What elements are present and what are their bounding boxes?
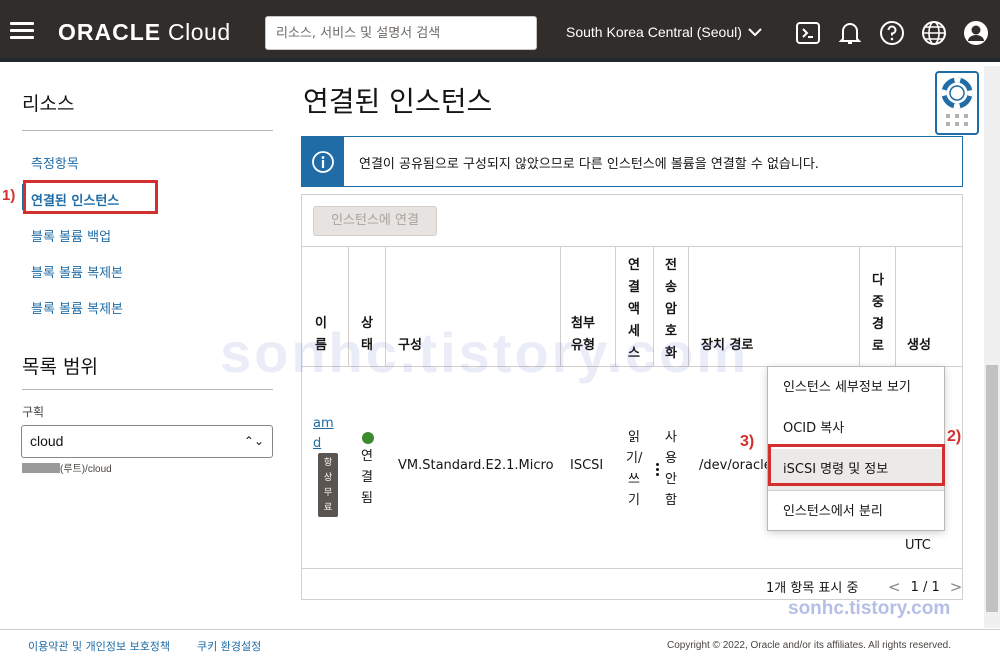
compartment-select[interactable]: cloud ⌃⌄ [21,425,273,458]
instance-shape: VM.Standard.E2.1.Micro [398,458,554,473]
column-divider [653,247,654,367]
column-header-encryption[interactable]: 전송암호화 [662,255,680,365]
instance-name-link[interactable]: am d [313,414,334,454]
oracle-cloud-logo[interactable]: ORACLE Cloud [58,19,231,46]
resources-title: 리소스 [22,93,75,115]
column-header-attach-type[interactable]: 첨부 유형 [571,313,595,357]
redacted-block [22,463,60,473]
info-banner: 연결이 공유됨으로 구성되지 않았으므로 다른 인스턴스에 볼륨을 연결할 수 … [301,136,963,187]
page-indicator: 1 / 1 [910,579,940,595]
compartment-value: cloud [30,433,64,449]
bell-icon[interactable] [837,20,863,46]
attachment-type: ISCSI [570,458,604,473]
search-input[interactable] [265,16,537,50]
help-support-widget[interactable] [935,71,979,135]
info-icon [302,137,344,186]
annotation-3-box [768,444,945,486]
sidebar-item-metrics[interactable]: 측정항목 [31,153,79,172]
terms-privacy-link[interactable]: 이용약관 및 개인정보 보호정책 [28,638,170,654]
chevron-updown-icon: ⌃⌄ [243,434,264,448]
column-header-access[interactable]: 연결액세스 [625,255,643,365]
column-header-shape[interactable]: 구성 [398,335,422,357]
pagination: < 1 / 1 > [888,578,962,596]
divider [302,568,962,569]
divider [22,130,273,131]
access-mode: 읽 기/쓰 기 [626,430,643,508]
column-divider [560,247,561,367]
list-scope-title: 목록 범위 [22,356,98,378]
help-icon[interactable] [879,20,905,46]
scrollbar-thumb[interactable] [986,365,998,612]
menu-icon[interactable] [10,22,34,40]
item-count: 1개 항목 표시 중 [766,581,859,596]
region-selector[interactable]: South Korea Central (Seoul) [566,24,762,40]
instance-state: 연결됨 [361,449,373,506]
row-actions-kebab-icon[interactable] [650,458,664,480]
sidebar-item-volume-backups[interactable]: 블록 볼륨 백업 [31,226,111,245]
column-divider [895,247,896,367]
compartment-label: 구획 [22,405,45,419]
page-footer: 이용약관 및 개인정보 보호정책 쿠키 환경설정 Copyright © 202… [0,629,1000,660]
column-divider [859,247,860,367]
in-transit-encryption: 사용안함 [665,430,677,508]
annotation-1-label: 1) [2,187,16,204]
info-message: 연결이 공유됨으로 구성되지 않았으므로 다른 인스턴스에 볼륨을 연결할 수 … [359,157,819,172]
column-divider [385,247,386,367]
divider [302,246,962,247]
always-free-badge: 항상무료 [318,453,338,517]
column-header-device-path[interactable]: 장치 경로 [701,335,753,357]
region-label: South Korea Central (Seoul) [566,24,742,40]
column-divider [348,247,349,367]
chevron-down-icon [748,28,762,37]
watermark-small: sonhc.tistory.com [788,598,951,619]
annotation-3-label: 3) [740,433,755,450]
cookie-preferences-link[interactable]: 쿠키 환경설정 [197,638,261,654]
column-divider [688,247,689,367]
status-dot-icon [362,432,374,444]
cloud-shell-icon[interactable] [795,20,821,46]
previous-page-icon[interactable]: < [888,578,901,596]
created-time: UTC [905,538,931,553]
copyright-text: Copyright © 2022, Oracle and/or its affi… [667,640,951,651]
menu-item-detach-instance[interactable]: 인스턴스에서 분리 [768,491,944,532]
divider [22,389,273,390]
menu-item-copy-ocid[interactable]: OCID 복사 [768,408,944,449]
top-navigation-bar: ORACLE Cloud South Korea Central (Seoul) [0,0,1000,62]
device-path: /dev/oracle [699,458,772,473]
user-profile-icon[interactable] [963,20,989,46]
annotation-2-label: 2) [947,428,962,445]
column-divider [615,247,616,367]
column-header-created[interactable]: 생성 [907,335,931,357]
page-title: 연결된 인스턴스 [303,85,493,118]
column-header-multipath[interactable]: 다중경로 [869,270,887,358]
menu-item-view-instance-details[interactable]: 인스턴스 세부정보 보기 [768,367,944,408]
globe-icon[interactable] [921,20,947,46]
sidebar-item-volume-replicas[interactable]: 블록 볼륨 복제본 [31,262,123,281]
sidebar-item-volume-replicas-2[interactable]: 블록 볼륨 복제본 [31,298,123,317]
attach-instance-button[interactable]: 인스턴스에 연결 [313,206,437,236]
next-page-icon[interactable]: > [950,578,963,596]
lifebuoy-icon [941,77,973,126]
column-header-state[interactable]: 상태 [358,313,376,357]
annotation-1-box [23,180,158,214]
compartment-path: (루트)/cloud [22,460,112,475]
column-header-name[interactable]: 이름 [312,313,330,357]
